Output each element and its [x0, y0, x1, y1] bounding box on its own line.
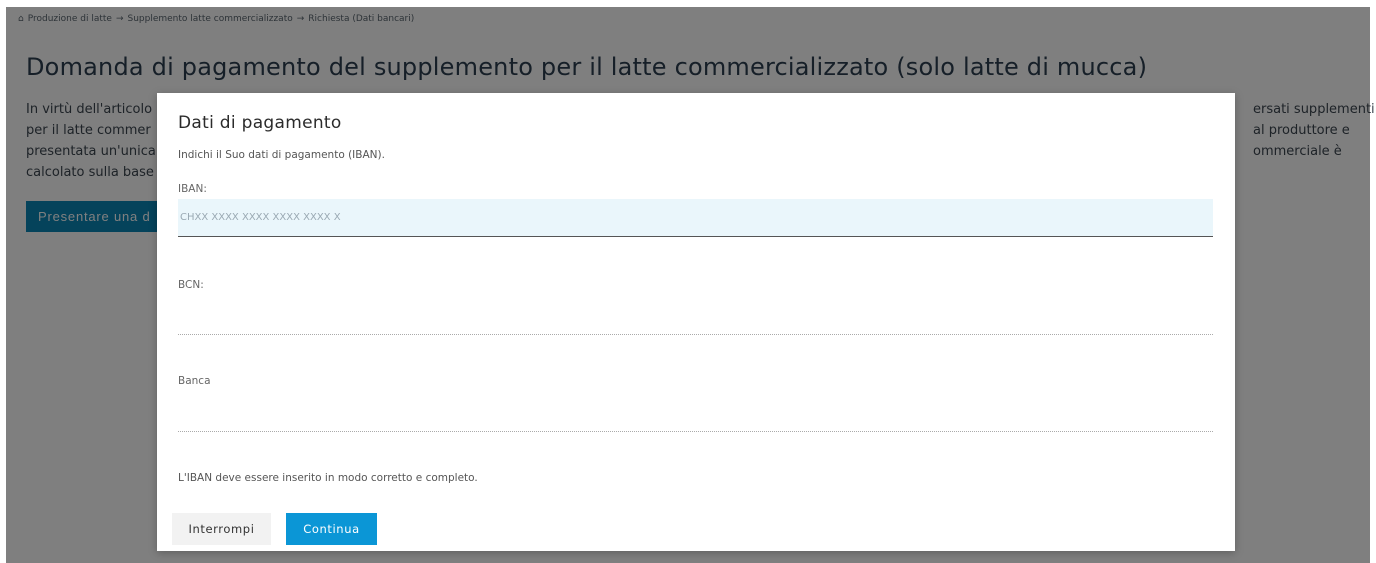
cancel-button[interactable]: Interrompi [172, 513, 271, 545]
bank-input[interactable] [178, 408, 1213, 432]
bcn-label: BCN: [178, 279, 204, 291]
bank-label: Banca [178, 375, 211, 387]
modal-description: Indichi il Suo dati di pagamento (IBAN). [178, 149, 385, 161]
iban-hint: L'IBAN deve essere inserito in modo corr… [178, 472, 478, 484]
iban-label: IBAN: [178, 183, 207, 195]
iban-input[interactable] [178, 199, 1213, 237]
payment-modal: Dati di pagamento Indichi il Suo dati di… [157, 93, 1235, 551]
bcn-input[interactable] [178, 311, 1213, 335]
modal-title: Dati di pagamento [178, 113, 342, 133]
continue-button[interactable]: Continua [286, 513, 377, 545]
